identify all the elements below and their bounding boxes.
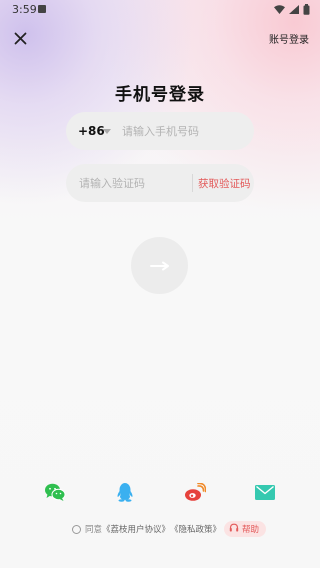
weibo-icon — [184, 482, 207, 506]
submit-button[interactable] — [131, 237, 188, 294]
status-time: 3:59 — [12, 3, 37, 16]
wechat-icon — [44, 482, 66, 506]
qq-login-button[interactable] — [113, 482, 137, 506]
page-title: 手机号登录 — [115, 85, 205, 105]
battery-icon — [303, 4, 310, 15]
agreement-prefix: 同意 — [85, 525, 103, 535]
phone-field: +86 — [66, 112, 254, 150]
verification-code-field: 获取验证码 — [66, 164, 254, 202]
close-button[interactable] — [10, 29, 30, 49]
help-button[interactable]: 帮助 — [224, 521, 267, 537]
phone-input[interactable] — [122, 123, 244, 139]
notification-app-icon — [38, 5, 46, 13]
agree-radio[interactable] — [72, 524, 81, 534]
country-code-selector[interactable]: +86 — [78, 124, 105, 138]
email-login-button[interactable] — [253, 482, 277, 506]
status-icons — [274, 4, 310, 15]
privacy-policy-link[interactable]: 《隐私政策》 — [170, 523, 221, 535]
user-agreement-link[interactable]: 《荔枝用户协议》 — [102, 523, 170, 535]
divider — [192, 174, 193, 192]
arrow-right-icon — [149, 256, 170, 275]
top-bar: 账号登录 — [0, 24, 320, 54]
agreement-row: 同意 《荔枝用户协议》 《隐私政策》 — [72, 522, 221, 536]
help-label: 帮助 — [242, 525, 260, 535]
qq-icon — [116, 482, 134, 506]
verification-code-input[interactable] — [79, 175, 189, 191]
account-login-link[interactable]: 账号登录 — [269, 31, 309, 46]
headset-icon — [229, 523, 242, 536]
get-code-button[interactable]: 获取验证码 — [198, 176, 251, 191]
status-bar: 3:59 — [0, 0, 320, 20]
caret-down-icon[interactable] — [103, 129, 111, 134]
close-icon — [14, 30, 27, 49]
weibo-login-button[interactable] — [183, 482, 207, 506]
wifi-icon — [274, 5, 285, 14]
wechat-login-button[interactable] — [43, 482, 67, 506]
mail-icon — [255, 484, 275, 504]
signal-icon — [289, 5, 299, 14]
